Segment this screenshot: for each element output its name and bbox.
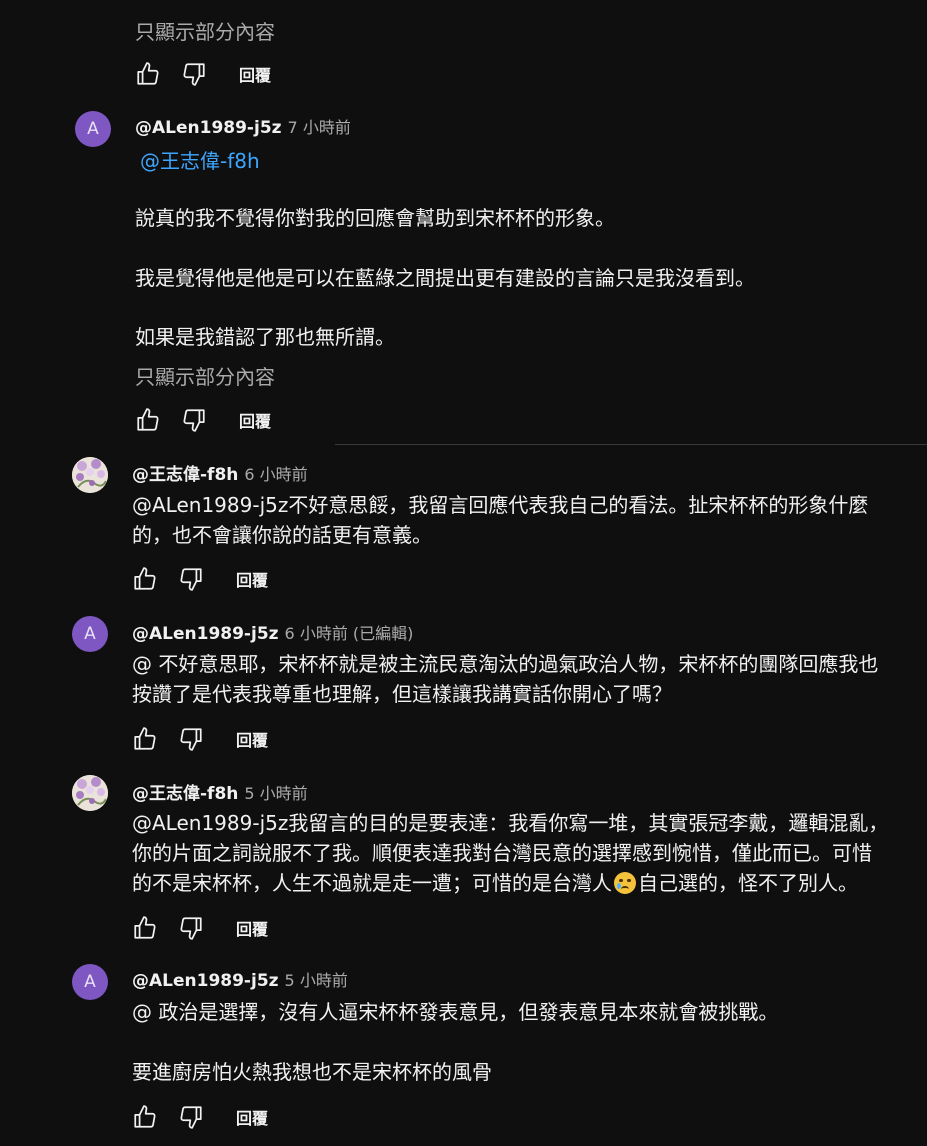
avatar-letter: A xyxy=(84,624,96,644)
reply-button[interactable]: 回覆 xyxy=(236,567,268,591)
comment-author[interactable]: @ALen1989-j5z xyxy=(135,118,282,138)
thumbs-down-icon xyxy=(178,726,204,752)
like-button[interactable] xyxy=(128,912,162,944)
comment-line: 按讚了是代表我尊重也理解，但這樣讓我講實話你開心了嗎？ xyxy=(132,682,672,706)
thumbs-down-icon xyxy=(178,915,204,941)
comment-paragraph: @ 政治是選擇，沒有人逼宋杯杯發表意見，但發表意見本來就會被挑戰。 xyxy=(132,1000,779,1024)
dislike-button[interactable] xyxy=(177,58,211,90)
comment-actions: 回覆 xyxy=(128,912,268,944)
comment-actions: 回覆 xyxy=(128,723,268,755)
thumbs-up-icon xyxy=(132,915,158,941)
comment-time[interactable]: 5 小時前 xyxy=(285,967,348,991)
avatar[interactable] xyxy=(72,775,108,811)
like-button[interactable] xyxy=(128,563,162,595)
comment-actions: 回覆 xyxy=(128,1101,268,1133)
comment-header: @王志偉-f8h 6 小時前 xyxy=(132,460,308,485)
comment-time[interactable]: 7 小時前 xyxy=(288,114,351,138)
comment-line: 的，也不會讓你說的話更有意義。 xyxy=(132,523,432,547)
thumbs-down-icon xyxy=(178,566,204,592)
comment-author[interactable]: @ALen1989-j5z xyxy=(132,624,279,644)
reply-button[interactable]: 回覆 xyxy=(236,916,268,940)
comment-time[interactable]: 6 小時前 (已編輯) xyxy=(285,620,414,644)
avatar[interactable]: A xyxy=(72,964,108,1000)
dislike-button[interactable] xyxy=(177,404,211,436)
comment-line: 你的片面之詞說服不了我。順便表達我對台灣民意的選擇感到惋惜，僅此而已。可惜 xyxy=(132,841,872,865)
divider xyxy=(335,444,927,445)
comment-time[interactable]: 6 小時前 xyxy=(244,461,307,485)
crying-face-icon xyxy=(614,872,636,894)
comment-author[interactable]: @ALen1989-j5z xyxy=(132,971,279,991)
comment-actions: 回覆 xyxy=(128,563,268,595)
thumbs-up-icon xyxy=(132,726,158,752)
thumbs-up-icon xyxy=(135,407,161,433)
show-more-button[interactable]: 只顯示部分內容 xyxy=(135,361,275,390)
comment-actions: 回覆 xyxy=(131,404,271,436)
dislike-button[interactable] xyxy=(174,723,208,755)
comment-line: 的不是宋杯杯，人生不過就是走一遭；可惜的是台灣人 自己選的，怪不了別人。 xyxy=(132,868,858,898)
avatar[interactable]: A xyxy=(72,616,108,652)
reply-button[interactable]: 回覆 xyxy=(236,1105,268,1129)
reply-button[interactable]: 回覆 xyxy=(236,727,268,751)
avatar[interactable]: A xyxy=(75,111,111,147)
dislike-button[interactable] xyxy=(174,1101,208,1133)
comment-text: 的不是宋杯杯，人生不過就是走一遭；可惜的是台灣人 xyxy=(132,871,612,895)
thumbs-up-icon xyxy=(132,566,158,592)
comment-paragraph: 如果是我錯認了那也無所謂。 xyxy=(135,325,395,349)
reply-button[interactable]: 回覆 xyxy=(239,408,271,432)
comment-line: @ 不好意思耶，宋杯杯就是被主流民意淘汰的過氣政治人物，宋杯杯的團隊回應我也 xyxy=(132,652,879,676)
comment-header: @王志偉-f8h 5 小時前 xyxy=(132,779,308,804)
comment-header: @ALen1989-j5z 5 小時前 xyxy=(132,967,348,991)
dislike-button[interactable] xyxy=(174,563,208,595)
comment-paragraph: 說真的我不覺得你對我的回應會幫助到宋杯杯的形象。 xyxy=(135,206,615,230)
like-button[interactable] xyxy=(128,1101,162,1133)
comment-line: @ALen1989-j5z不好意思餒，我留言回應代表我自己的看法。扯宋杯杯的形象… xyxy=(132,493,869,517)
thumbs-down-icon xyxy=(181,61,207,87)
flower-avatar-image xyxy=(72,775,108,811)
flower-avatar-image xyxy=(72,457,108,493)
comment-text: 自己選的，怪不了別人。 xyxy=(638,871,858,895)
comment-line: @ALen1989-j5z我留言的目的是要表達：我看你寫一堆，其實張冠李戴，邏輯… xyxy=(132,811,889,835)
comment-header: @ALen1989-j5z 7 小時前 xyxy=(135,114,351,138)
comment-paragraph: 要進廚房怕火熱我想也不是宋杯杯的風骨 xyxy=(132,1060,492,1084)
like-button[interactable] xyxy=(128,723,162,755)
thumbs-up-icon xyxy=(135,61,161,87)
comment-author[interactable]: @王志偉-f8h xyxy=(132,460,238,485)
comment-actions: 回覆 xyxy=(131,58,271,90)
comment-time[interactable]: 5 小時前 xyxy=(244,780,307,804)
avatar-letter: A xyxy=(87,119,99,139)
thumbs-down-icon xyxy=(178,1104,204,1130)
like-button[interactable] xyxy=(131,58,165,90)
mention-link[interactable]: @王志偉-f8h xyxy=(140,145,260,174)
dislike-button[interactable] xyxy=(174,912,208,944)
thumbs-down-icon xyxy=(181,407,207,433)
avatar-letter: A xyxy=(84,972,96,992)
show-more-button[interactable]: 只顯示部分內容 xyxy=(135,16,275,45)
thumbs-up-icon xyxy=(132,1104,158,1130)
comment-paragraph: 我是覺得他是他是可以在藍綠之間提出更有建設的言論只是我沒看到。 xyxy=(135,266,755,290)
comment-header: @ALen1989-j5z 6 小時前 (已編輯) xyxy=(132,620,413,644)
like-button[interactable] xyxy=(131,404,165,436)
reply-button[interactable]: 回覆 xyxy=(239,62,271,86)
avatar[interactable] xyxy=(72,457,108,493)
comment-author[interactable]: @王志偉-f8h xyxy=(132,779,238,804)
